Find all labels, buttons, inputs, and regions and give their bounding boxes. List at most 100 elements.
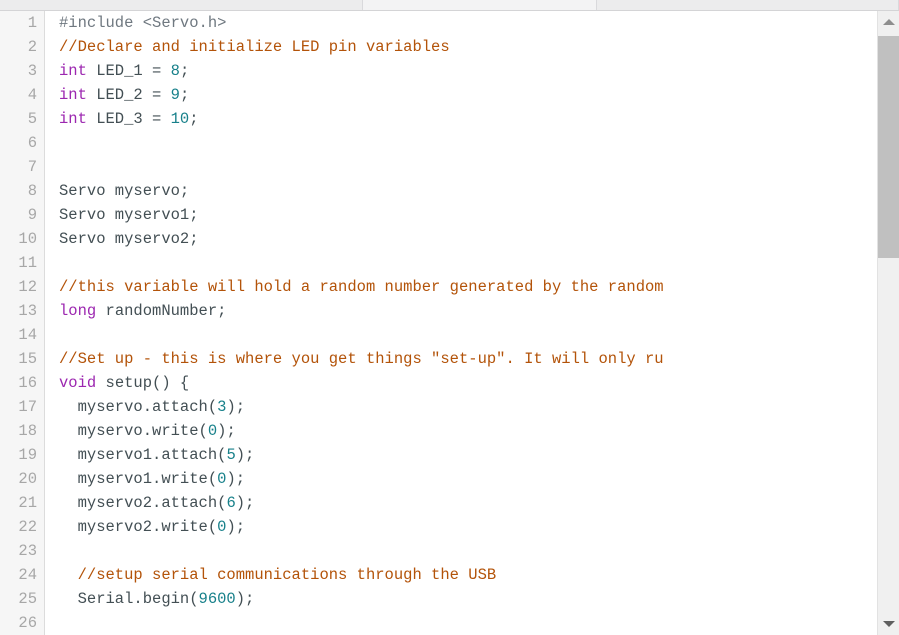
code-token-preproc: #include <Servo.h>: [59, 14, 227, 32]
code-line[interactable]: myservo.attach(3);: [59, 395, 664, 419]
line-number: 18: [18, 422, 37, 440]
code-viewport[interactable]: #include <Servo.h> //Declare and initiali…: [46, 11, 876, 635]
code-line[interactable]: myservo.write(0);: [59, 419, 664, 443]
code-token-number: 0: [207, 422, 218, 440]
line-number: 25: [18, 590, 37, 608]
code-token-number: 10: [170, 110, 190, 128]
scrollbar-track[interactable]: [878, 33, 899, 613]
code-token-keyword: int: [59, 86, 87, 104]
code-token-keyword: int: [59, 110, 87, 128]
code-token-plain: LED_2 =: [86, 86, 171, 104]
code-token-plain: );: [217, 422, 236, 440]
line-number: 12: [18, 278, 37, 296]
code-line[interactable]: [59, 131, 664, 155]
code-token-plain: ;: [179, 62, 190, 80]
code-line[interactable]: long randomNumber;: [59, 299, 664, 323]
line-number: 13: [18, 302, 37, 320]
code-token-plain: ;: [179, 86, 190, 104]
code-line[interactable]: [59, 323, 664, 347]
line-number: 26: [18, 614, 37, 632]
line-number: 20: [18, 470, 37, 488]
code-line[interactable]: //Set up - this is where you get things …: [59, 347, 664, 371]
code-content[interactable]: #include <Servo.h> //Declare and initiali…: [46, 11, 664, 635]
code-line[interactable]: myservo2.write(0);: [59, 515, 664, 539]
code-token-plain: );: [235, 446, 255, 464]
line-number: 9: [27, 206, 37, 224]
code-token-plain: randomNumber;: [96, 302, 227, 320]
code-token-keyword: void: [59, 374, 97, 392]
code-token-plain: );: [226, 398, 246, 416]
code-token-number: 8: [170, 62, 180, 80]
code-token-plain: myservo.write(: [59, 422, 208, 440]
code-token-comment: //Declare and initialize LED pin variabl…: [59, 38, 450, 56]
editor-body: 1 2 3 4 5 6 7 8 9 10 11 12 13 14 15 16 17 18 19 20 21 22 23 24 2…: [0, 11, 899, 635]
code-token-plain: LED_3 =: [86, 110, 171, 128]
code-token-plain: myservo1.attach(: [59, 446, 227, 464]
code-token-number: 9600: [198, 590, 236, 608]
code-line[interactable]: //this variable will hold a random numbe…: [59, 275, 664, 299]
code-token-number: 9: [170, 86, 180, 104]
code-line[interactable]: #include <Servo.h>: [59, 11, 664, 35]
code-token-number: 5: [226, 446, 236, 464]
code-token-keyword: int: [59, 62, 87, 80]
line-number: 4: [27, 86, 37, 104]
code-token-comment: //this variable will hold a random numbe…: [59, 278, 664, 296]
editor-tab-bar: [0, 0, 899, 11]
line-number: 8: [27, 182, 37, 200]
code-token-number: 6: [226, 494, 236, 512]
line-number: 5: [27, 110, 37, 128]
code-line[interactable]: void setup() {: [59, 371, 664, 395]
code-token-comment: //setup serial communications through th…: [59, 566, 497, 584]
code-token-plain: Servo myservo1;: [59, 206, 199, 224]
code-token-plain: myservo.attach(: [59, 398, 218, 416]
code-token-plain: ;: [189, 110, 199, 128]
code-token-plain: myservo2.write(: [59, 518, 218, 536]
code-line[interactable]: myservo1.write(0);: [59, 467, 664, 491]
code-line[interactable]: [59, 539, 664, 563]
line-number: 14: [18, 326, 37, 344]
scrollbar-down-button[interactable]: [878, 613, 899, 635]
code-line[interactable]: myservo1.attach(5);: [59, 443, 664, 467]
code-line[interactable]: Serial.begin(9600);: [59, 587, 664, 611]
code-token-keyword: long: [59, 302, 97, 320]
code-line[interactable]: Servo myservo2;: [59, 227, 664, 251]
code-line[interactable]: Servo myservo1;: [59, 203, 664, 227]
code-token-plain: setup() {: [96, 374, 190, 392]
vertical-scrollbar[interactable]: [877, 11, 899, 635]
code-token-plain: myservo2.attach(: [59, 494, 227, 512]
triangle-up-icon: [882, 19, 895, 25]
line-number: 2: [27, 38, 37, 56]
line-number: 22: [18, 518, 37, 536]
code-line[interactable]: [59, 611, 664, 635]
code-token-plain: );: [226, 518, 246, 536]
code-token-plain: );: [226, 470, 246, 488]
editor-tab-1[interactable]: [363, 0, 597, 10]
code-token-plain: );: [235, 590, 255, 608]
line-number-gutter: 1 2 3 4 5 6 7 8 9 10 11 12 13 14 15 16 17 18 19 20 21 22 23 24 2…: [0, 11, 45, 635]
code-line[interactable]: int LED_1 = 8;: [59, 59, 664, 83]
line-number: 6: [27, 134, 37, 152]
editor-tab-0[interactable]: [0, 0, 363, 10]
line-number: 15: [18, 350, 37, 368]
scrollbar-thumb[interactable]: [878, 36, 899, 258]
code-line[interactable]: myservo2.attach(6);: [59, 491, 664, 515]
scrollbar-up-button[interactable]: [878, 11, 899, 33]
code-token-comment: //Set up - this is where you get things …: [59, 350, 664, 368]
line-number: 3: [27, 62, 37, 80]
line-number: 21: [18, 494, 37, 512]
code-line[interactable]: //setup serial communications through th…: [59, 563, 664, 587]
editor-tab-2[interactable]: [597, 0, 899, 10]
code-token-plain: Servo myservo2;: [59, 230, 199, 248]
code-line[interactable]: [59, 155, 664, 179]
code-line[interactable]: int LED_3 = 10;: [59, 107, 664, 131]
line-number: 11: [18, 254, 37, 272]
code-line[interactable]: //Declare and initialize LED pin variabl…: [59, 35, 664, 59]
code-line[interactable]: [59, 251, 664, 275]
code-line[interactable]: Servo myservo;: [59, 179, 664, 203]
code-token-plain: LED_1 =: [86, 62, 171, 80]
code-line[interactable]: int LED_2 = 9;: [59, 83, 664, 107]
line-number: 19: [18, 446, 37, 464]
line-number: 1: [27, 14, 37, 32]
line-number: 23: [18, 542, 37, 560]
line-number: 16: [18, 374, 37, 392]
